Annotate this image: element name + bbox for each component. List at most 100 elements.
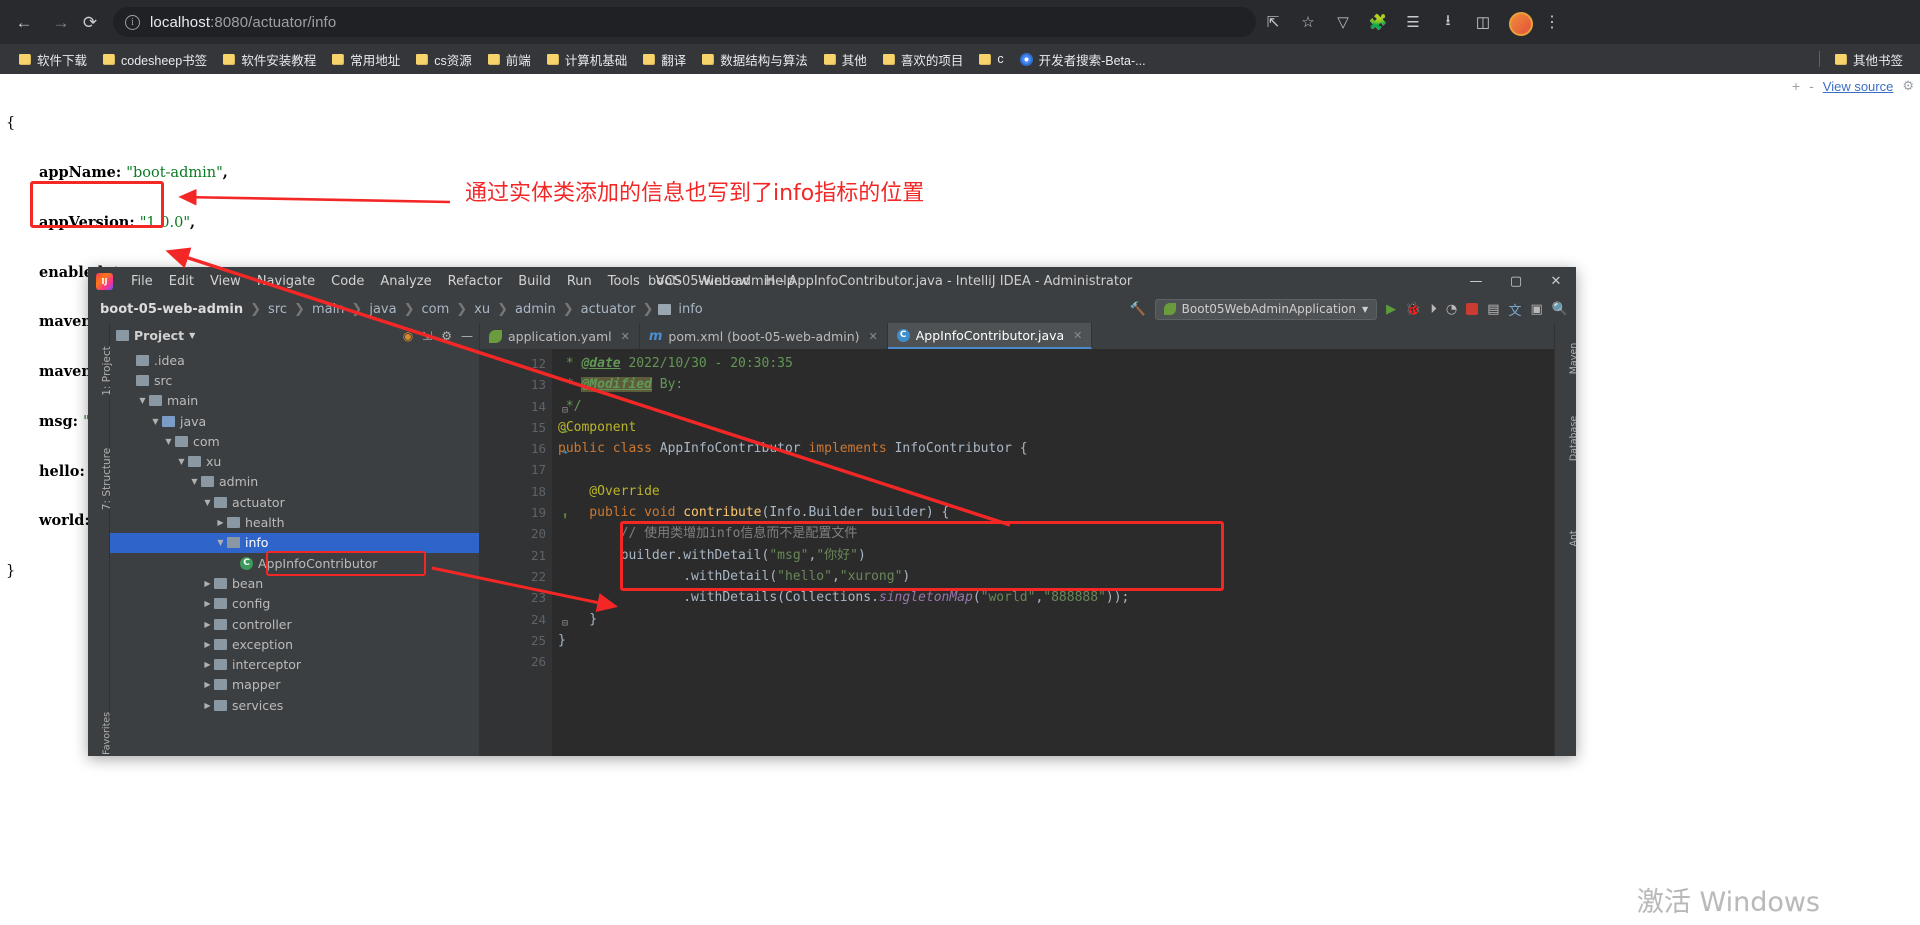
tree-node-xu[interactable]: ▼ xu	[110, 451, 479, 471]
menu-view[interactable]: View	[202, 267, 249, 295]
tree-node-bean[interactable]: ▶ bean	[110, 573, 479, 593]
gear-icon[interactable]: ⚙	[1902, 78, 1914, 94]
tree-node-admin[interactable]: ▼ admin	[110, 472, 479, 492]
profile-avatar[interactable]	[1509, 11, 1533, 36]
vpn-icon[interactable]: ▽	[1328, 7, 1358, 37]
reload-button[interactable]: ⟳	[76, 8, 104, 36]
breadcrumb-info[interactable]: info	[676, 302, 704, 317]
tree-expand-arrow[interactable]: ▶	[201, 660, 214, 669]
star-icon[interactable]: ☆	[1293, 7, 1323, 37]
sidebar-item-structure[interactable]: 7: Structure	[101, 447, 113, 511]
sidebar-item-project[interactable]: 1: Project	[101, 339, 113, 403]
close-icon[interactable]: ✕	[621, 330, 630, 343]
close-icon[interactable]: ✕	[869, 330, 878, 343]
search-icon[interactable]: 🔍	[1552, 302, 1568, 317]
translate-icon[interactable]: 文	[1509, 300, 1522, 319]
code-editor[interactable]: 12 13 14 ⊟ 15 ❧ 16 ❧ 17 18 19 ⬆ 20 21 22 23 24 ⊟ 25 26 * @d…	[480, 349, 1554, 756]
collapse-all-icon[interactable]: ⇲	[422, 329, 432, 343]
tree-expand-arrow[interactable]: ▼	[214, 538, 227, 547]
kebab-menu-icon[interactable]: ⋮	[1537, 7, 1567, 37]
bookmark-item[interactable]: 开发者搜索-Beta-...	[1013, 48, 1153, 70]
run-configuration-selector[interactable]: Boot05WebAdminApplication ▼	[1154, 298, 1378, 320]
tree-expand-arrow[interactable]: ▶	[201, 680, 214, 689]
sidebar-item-database[interactable]: Database	[1569, 407, 1577, 471]
tree-node-interceptor[interactable]: ▶ interceptor	[110, 654, 479, 674]
breadcrumb-actuator[interactable]: actuator	[579, 302, 638, 317]
tree-expand-arrow[interactable]: ▶	[201, 579, 214, 588]
breadcrumb-com[interactable]: com	[419, 302, 451, 317]
other-bookmarks-button[interactable]: 其他书签	[1828, 48, 1910, 70]
menu-tools[interactable]: Tools	[600, 267, 648, 295]
hide-icon[interactable]: —	[461, 329, 473, 343]
bookmark-item[interactable]: 数据结构与算法	[695, 48, 815, 70]
tree-expand-arrow[interactable]: ▶	[201, 620, 214, 629]
tree-node-appinfocontributor[interactable]: C AppInfoContributor	[110, 553, 479, 573]
view-source-link[interactable]: View source	[1823, 79, 1894, 94]
tree-expand-arrow[interactable]: ▶	[214, 518, 227, 527]
breadcrumb-java[interactable]: java	[367, 302, 398, 317]
sidebar-item-favorites[interactable]: 2: Favorites	[102, 708, 113, 756]
tree-node-mapper[interactable]: ▶ mapper	[110, 675, 479, 695]
tree-node-java[interactable]: ▼ java	[110, 411, 479, 431]
breadcrumb-main[interactable]: main	[310, 302, 346, 317]
bookmark-item[interactable]: codesheep书签	[96, 48, 214, 70]
tree-node-.idea[interactable]: .idea	[110, 350, 479, 370]
tab-pom-xml[interactable]: m pom.xml (boot-05-web-admin) ✕	[640, 323, 888, 349]
tree-node-main[interactable]: ▼ main	[110, 391, 479, 411]
sidebar-icon[interactable]: ◫	[1468, 7, 1498, 37]
tree-node-src[interactable]: src	[110, 370, 479, 390]
layout-icon[interactable]: ▤	[1487, 302, 1499, 317]
sidebar-item-maven[interactable]: Maven	[1569, 327, 1577, 391]
tree-expand-arrow[interactable]: ▶	[201, 599, 214, 608]
code-text[interactable]: * @date 2022/10/30 - 20:30:35 * @Modifie…	[552, 349, 1554, 756]
bookmark-item[interactable]: 常用地址	[325, 48, 407, 70]
globe-toggle-icon[interactable]: ◉	[403, 329, 413, 343]
download-icon[interactable]: ⭳	[1433, 7, 1463, 37]
menu-code[interactable]: Code	[323, 267, 372, 295]
tree-node-com[interactable]: ▼ com	[110, 431, 479, 451]
settings-gear-icon[interactable]: ⚙	[441, 329, 452, 343]
tree-node-health[interactable]: ▶ health	[110, 512, 479, 532]
debug-icon[interactable]: 🐞	[1405, 302, 1421, 317]
tree-node-info[interactable]: ▼ info	[110, 532, 479, 553]
coverage-icon[interactable]: ⏵	[1430, 302, 1437, 317]
site-info-icon[interactable]: i	[125, 14, 140, 30]
address-bar[interactable]: i localhost:8080/actuator/info	[113, 7, 1256, 37]
tree-node-config[interactable]: ▶ config	[110, 594, 479, 614]
bookmark-item[interactable]: 软件安装教程	[216, 48, 323, 70]
bookmark-item[interactable]: 其他	[817, 48, 874, 70]
menu-analyze[interactable]: Analyze	[372, 267, 439, 295]
tree-expand-arrow[interactable]: ▶	[201, 701, 214, 710]
bookmark-item[interactable]: 计算机基础	[540, 48, 635, 70]
minimize-button[interactable]: —	[1456, 267, 1496, 295]
menu-file[interactable]: File	[123, 267, 161, 295]
collapse-all-button[interactable]: -	[1809, 78, 1814, 94]
close-button[interactable]: ✕	[1536, 267, 1576, 295]
updates-icon[interactable]: ▣	[1531, 302, 1543, 317]
tree-node-actuator[interactable]: ▼ actuator	[110, 492, 479, 512]
tree-expand-arrow[interactable]: ▼	[201, 498, 214, 507]
tree-expand-arrow[interactable]: ▼	[162, 437, 175, 446]
tab-appinfocontributor-java[interactable]: C AppInfoContributor.java ✕	[887, 323, 1093, 349]
menu-window[interactable]: Window	[690, 267, 757, 295]
reading-list-icon[interactable]: ☰	[1398, 7, 1428, 37]
bookmark-item[interactable]: 翻译	[636, 48, 693, 70]
menu-help[interactable]: Help	[757, 267, 803, 295]
bookmark-item[interactable]: 软件下载	[12, 48, 94, 70]
breadcrumb-xu[interactable]: xu	[472, 302, 492, 317]
profiler-icon[interactable]: ◔	[1446, 302, 1457, 317]
bookmark-item[interactable]: cs资源	[409, 48, 479, 70]
chevron-down-icon[interactable]: ▼	[189, 331, 195, 340]
tree-node-services[interactable]: ▶ services	[110, 695, 479, 715]
extensions-icon[interactable]: 🧩	[1363, 7, 1393, 37]
expand-all-button[interactable]: +	[1792, 78, 1800, 94]
breadcrumb-project[interactable]: boot-05-web-admin	[98, 302, 245, 317]
bookmark-item[interactable]: c	[972, 48, 1010, 70]
bookmark-item[interactable]: 喜欢的项目	[876, 48, 971, 70]
bookmark-item[interactable]: 前端	[481, 48, 538, 70]
stop-icon[interactable]	[1466, 303, 1479, 315]
build-hammer-icon[interactable]: 🔨	[1129, 302, 1145, 317]
tree-expand-arrow[interactable]: ▼	[188, 477, 201, 486]
menu-refactor[interactable]: Refactor	[440, 267, 511, 295]
run-icon[interactable]: ▶	[1386, 302, 1396, 317]
